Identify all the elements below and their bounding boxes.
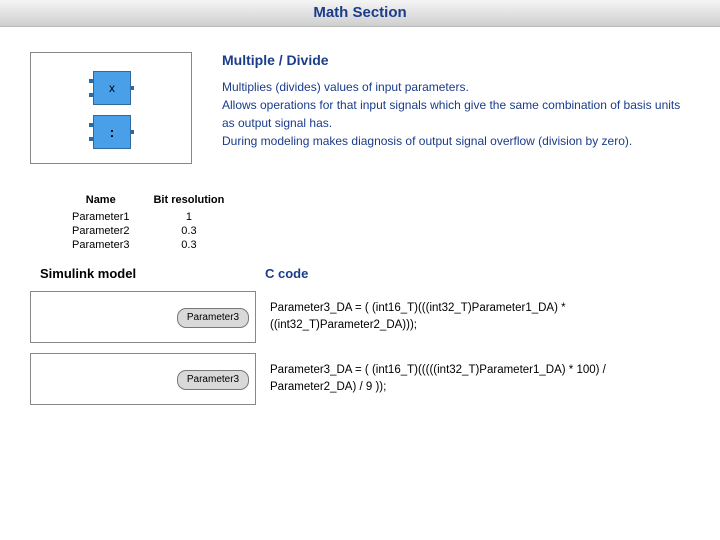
col-bit: Bit resolution (141, 192, 236, 210)
c-code-snippet: Parameter3_DA = ( (int16_T)(((((int32_T)… (270, 362, 670, 397)
output-block: Parameter3 (177, 308, 249, 328)
port-icon (89, 137, 93, 141)
port-icon (89, 79, 93, 83)
table-row: Parameter1 1 (60, 210, 236, 224)
cell-name: Parameter1 (60, 210, 141, 224)
simulink-model-box: Parameter3 (30, 353, 256, 405)
cell-name: Parameter3 (60, 238, 141, 252)
simulink-heading: Simulink model (40, 266, 265, 281)
ccode-heading: C code (265, 266, 308, 281)
port-icon (130, 130, 134, 134)
output-block: Parameter3 (177, 370, 249, 390)
table-row: Parameter2 0.3 (60, 224, 236, 238)
port-icon (89, 93, 93, 97)
simulink-model-box: Parameter3 (30, 291, 256, 343)
table-row: Parameter3 0.3 (60, 238, 236, 252)
cell-bit: 0.3 (141, 238, 236, 252)
desc-line: Multiplies (divides) values of input par… (222, 78, 690, 96)
desc-line: Allows operations for that input signals… (222, 96, 690, 132)
divide-block: : (93, 115, 131, 149)
block-diagram: x : (30, 52, 192, 164)
desc-line: During modeling makes diagnosis of outpu… (222, 132, 690, 150)
parameter-table: Name Bit resolution Parameter1 1 Paramet… (60, 192, 236, 252)
col-name: Name (60, 192, 141, 210)
multiply-block: x (93, 71, 131, 105)
block-title: Multiple / Divide (222, 52, 690, 68)
port-icon (130, 86, 134, 90)
page-title: Math Section (0, 0, 720, 27)
cell-name: Parameter2 (60, 224, 141, 238)
port-icon (89, 123, 93, 127)
c-code-snippet: Parameter3_DA = ( (int16_T)(((int32_T)Pa… (270, 300, 670, 335)
cell-bit: 1 (141, 210, 236, 224)
cell-bit: 0.3 (141, 224, 236, 238)
